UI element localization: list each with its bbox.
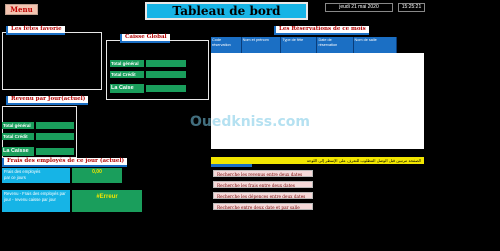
search-depences-button[interactable]: Recherche les dépences entre deux dates	[213, 192, 313, 199]
col-date-reservation[interactable]: Date de réservation	[317, 37, 354, 53]
revenu-frais-description: Revenu - Frais des employés par jour - r…	[2, 190, 70, 212]
caisse-la-caisse-label: La Caise	[110, 84, 144, 93]
fetes-label: Les fêtes favorie	[6, 26, 65, 35]
search-salle-button[interactable]: Recherche entre deux date et par salle	[213, 203, 313, 210]
caisse-total-credit-field	[146, 71, 186, 78]
reservations-footer: Nombre de contrat	[211, 149, 424, 167]
revenu-total-credit-field	[36, 133, 74, 140]
caisse-la-caisse-field	[146, 85, 186, 92]
caisse-total-general-label: Total général	[110, 60, 144, 67]
col-code-reservation[interactable]: Code réservation	[211, 37, 242, 53]
col-type-fete[interactable]: Type de fête	[281, 37, 318, 53]
time-display: 15:25:21	[398, 3, 425, 12]
caisse-total-credit-label: Total Crédit	[110, 71, 144, 78]
revenu-la-caisse-label: La Caisse	[2, 147, 34, 156]
caisse-label: Caisse Global	[120, 34, 170, 43]
date-display: jeudi 21 mai 2020	[325, 3, 393, 12]
col-nom-prenom[interactable]: Nom et prénom	[241, 37, 282, 53]
reservations-header: Code réservation Nom et prénom Type de f…	[211, 37, 397, 53]
revenu-frais-value: #Erreur	[72, 190, 142, 212]
frais-jour-line1: Frais des employés	[4, 169, 41, 174]
col-nom-salle[interactable]: Nom de salle	[353, 37, 397, 53]
frais-jour-line2: par ce jours	[4, 175, 26, 180]
search-frais-button[interactable]: Recherche les frais entre deux dates	[213, 181, 313, 188]
reservations-table-body[interactable]	[211, 53, 424, 149]
frais-jour-value: 0,00	[72, 168, 122, 183]
frais-jour-description: Frais des employés par ce jours	[2, 168, 70, 183]
info-banner: الصفحة مرتبين قبل الوصل المطلوب للتعرف ع…	[211, 157, 424, 164]
fetes-panel	[2, 32, 102, 90]
frais-jour-label: Frais des employés de ce jour (actuel)	[2, 158, 128, 167]
revenu-total-credit-label: Total Crédit	[2, 133, 34, 140]
menu-button[interactable]: Menu	[5, 4, 38, 15]
revenu-frais-line2: jour - revenu caisse par jour	[4, 197, 56, 202]
search-revenus-button[interactable]: Recherche les revenus entre deux dates	[213, 170, 313, 177]
revenu-total-general-label: Total général	[2, 122, 34, 129]
revenu-jour-label: Revenu par Jour(actuel)	[6, 96, 89, 105]
caisse-total-general-field	[146, 60, 186, 67]
reservations-label: Les Réservations de ce mois	[274, 26, 369, 35]
revenu-frais-line1: Revenu - Frais des employés par	[4, 191, 66, 196]
page-title: Tableau de bord	[145, 2, 308, 20]
revenu-total-general-field	[36, 122, 74, 129]
revenu-la-caisse-field	[36, 148, 74, 155]
watermark-logo: Ouedkniss.com	[190, 114, 310, 130]
